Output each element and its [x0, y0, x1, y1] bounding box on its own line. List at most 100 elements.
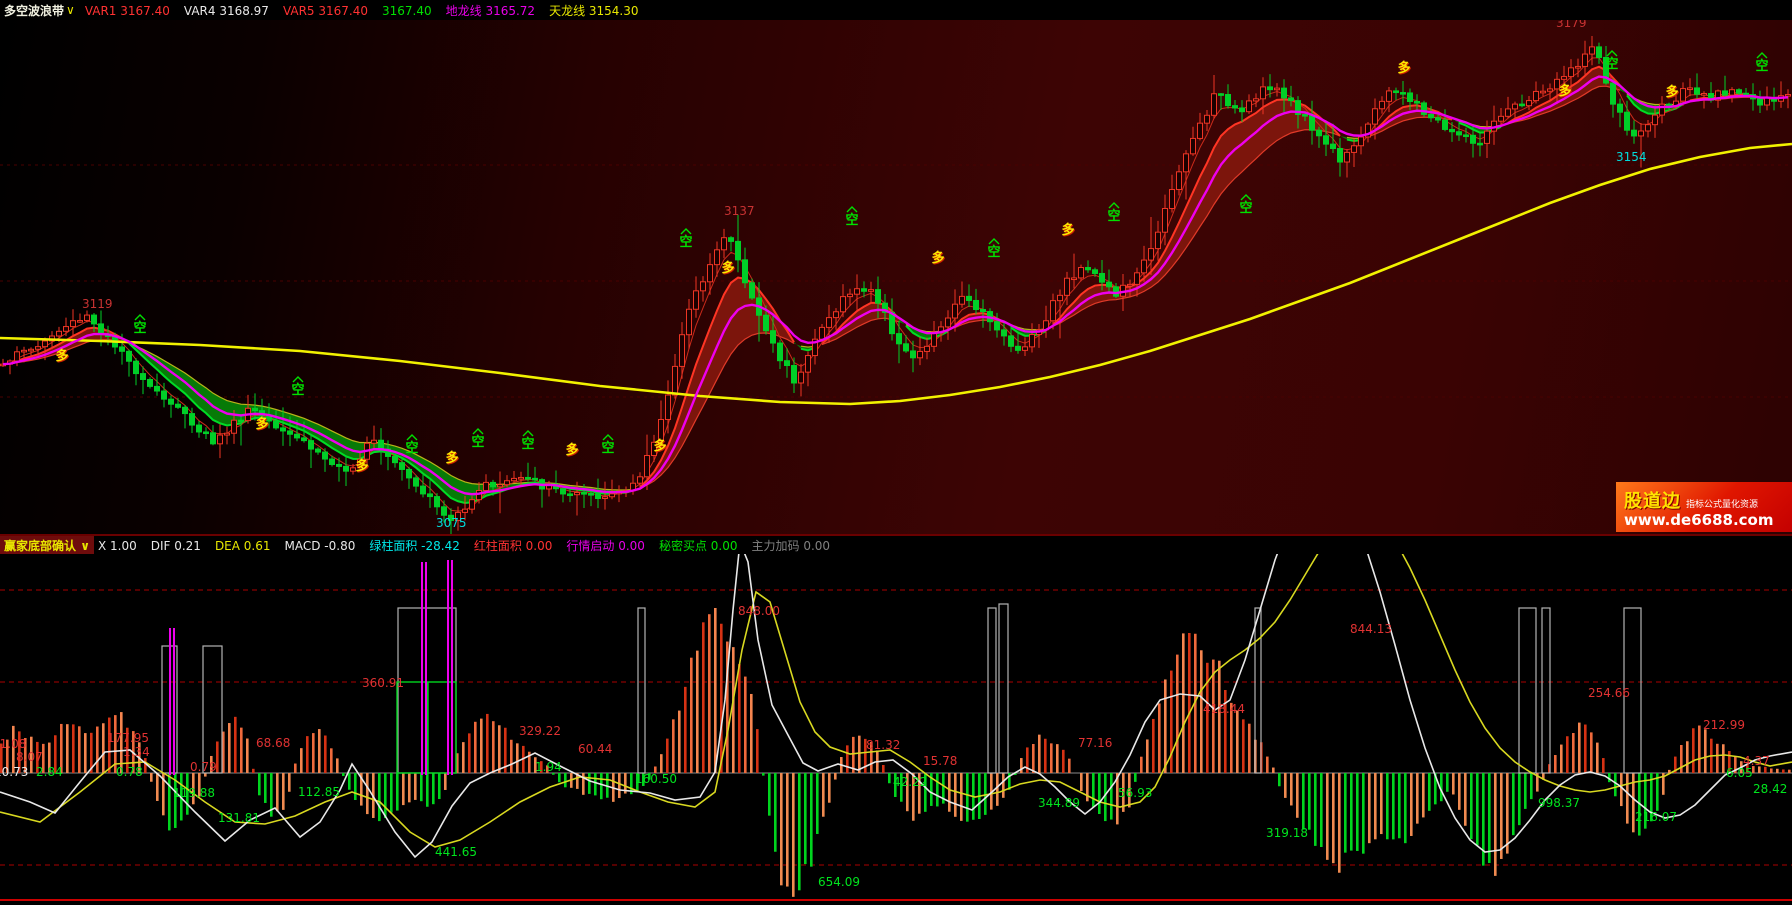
candle-body [43, 341, 48, 347]
histogram-bar [834, 773, 837, 780]
histogram-bar [618, 773, 621, 798]
histogram-bar [1032, 744, 1035, 773]
histogram-bar [594, 773, 597, 795]
histogram-bar [1596, 743, 1599, 773]
histogram-bar [1386, 773, 1389, 839]
histogram-bar [84, 733, 87, 773]
indicator-value-label: 131.81 [218, 811, 260, 825]
candle-body [876, 290, 881, 304]
histogram-bar [684, 687, 687, 773]
candle-body [239, 420, 244, 422]
candle-body [421, 486, 426, 494]
histogram-bar [1146, 739, 1149, 773]
candle-body [1079, 268, 1084, 278]
svg-text:多: 多 [1558, 83, 1571, 99]
histogram-bar [336, 758, 339, 773]
sub-indicator-chart[interactable]: 81.088.0710.732.84177.951.340.780.79119.… [0, 554, 1792, 905]
histogram-bar [1578, 723, 1581, 773]
candle-body [953, 304, 958, 318]
candle-body [1114, 287, 1119, 296]
candle-body [1205, 115, 1210, 123]
histogram-bar [1206, 663, 1209, 773]
histogram-bar [582, 773, 585, 795]
histogram-bar [1722, 744, 1725, 773]
histogram-bar [1062, 750, 1065, 773]
candle-body [1513, 104, 1518, 109]
sub-indicator-title[interactable]: 赢家底部确认 ∨ [0, 536, 94, 555]
candle-body [1436, 118, 1441, 120]
histogram-bar [954, 773, 957, 817]
candle-body [1352, 146, 1357, 153]
histogram-bar [1512, 773, 1515, 835]
candle-body [701, 282, 706, 291]
bear-marker: 空 [845, 207, 858, 228]
candle-body [1415, 101, 1420, 103]
candle-body [1128, 284, 1133, 286]
indicator-value-label: 119.88 [173, 786, 215, 800]
svg-text:空: 空 [1605, 56, 1618, 72]
histogram-bar [1248, 724, 1251, 773]
candle-body [1135, 273, 1140, 285]
histogram-bar [666, 739, 669, 773]
bull-marker: 多多 [931, 250, 945, 267]
histogram-bar [150, 773, 153, 782]
histogram-bar [1398, 773, 1401, 838]
candle-body [750, 283, 755, 298]
histogram-bar [1056, 744, 1059, 773]
main-candlestick-chart[interactable]: 空空空空空空空空空空空空空多多多多多多多多多多多多多多多多多多多多多多多多311… [0, 20, 1792, 534]
histogram-bar [660, 754, 663, 773]
candle-body [232, 420, 237, 433]
main-candlestick-panel[interactable]: 空空空空空空空空空空空空空多多多多多多多多多多多多多多多多多多多多多多多多311… [0, 20, 1792, 534]
candle-body [120, 347, 125, 351]
indicator-value-label: 2.84 [36, 765, 63, 779]
candle-body [1457, 132, 1462, 135]
candle-body [1723, 91, 1728, 95]
main-var-VAR4: VAR4 3168.97 [184, 4, 269, 18]
histogram-bar [1524, 773, 1527, 809]
svg-text:多: 多 [55, 348, 68, 364]
candle-body [1212, 94, 1217, 116]
indicator-value-label: 998.37 [1538, 796, 1580, 810]
sub-indicator-panel[interactable]: 81.088.0710.732.84177.951.340.780.79119.… [0, 554, 1792, 905]
sub-var-MACD: MACD -0.80 [285, 539, 356, 553]
svg-text:空: 空 [1755, 58, 1768, 74]
sub-indicator-dropdown-icon: ∨ [80, 539, 90, 553]
candle-body [1646, 125, 1651, 131]
histogram-bar [882, 765, 885, 773]
histogram-bar [1770, 768, 1773, 773]
candle-body [1485, 131, 1490, 143]
histogram-bar [1590, 732, 1593, 773]
indicator-value-label: 441.65 [435, 845, 477, 859]
histogram-bar [1356, 773, 1359, 851]
histogram-bar [1314, 773, 1317, 846]
histogram-bar [1452, 773, 1455, 794]
histogram-bar [1422, 773, 1425, 817]
candle-body [176, 404, 181, 407]
candle-body [694, 291, 699, 309]
sub-indicator-values: X 1.00DIF 0.21DEA 0.61MACD -0.80绿柱面积 -28… [98, 537, 844, 554]
histogram-bar [1392, 773, 1395, 839]
trend-band [1648, 103, 1655, 113]
candle-body [1499, 116, 1504, 121]
candle-body [379, 440, 384, 449]
var-red-line [3, 58, 1788, 511]
svg-text:空: 空 [1107, 208, 1120, 224]
histogram-bar [1044, 739, 1047, 773]
dea-yellow-line [0, 554, 1792, 847]
histogram-bar [1086, 773, 1089, 801]
main-indicator-dropdown-icon[interactable]: ∨ [66, 3, 75, 17]
candle-body [1219, 94, 1224, 96]
candle-body [1254, 99, 1259, 101]
indicator-value-label: 77.16 [1078, 736, 1112, 750]
candle-body [1443, 120, 1448, 129]
histogram-bar [390, 773, 393, 813]
histogram-bar [1554, 755, 1557, 773]
histogram-bar [1602, 758, 1605, 773]
candle-body [155, 386, 160, 391]
histogram-bar [264, 773, 267, 803]
candle-body [22, 350, 27, 352]
histogram-bar [948, 773, 951, 812]
sub-var-行情启动: 行情启动 0.00 [566, 539, 645, 553]
candle-body [435, 497, 440, 507]
bear-marker: 空 [1605, 51, 1618, 72]
